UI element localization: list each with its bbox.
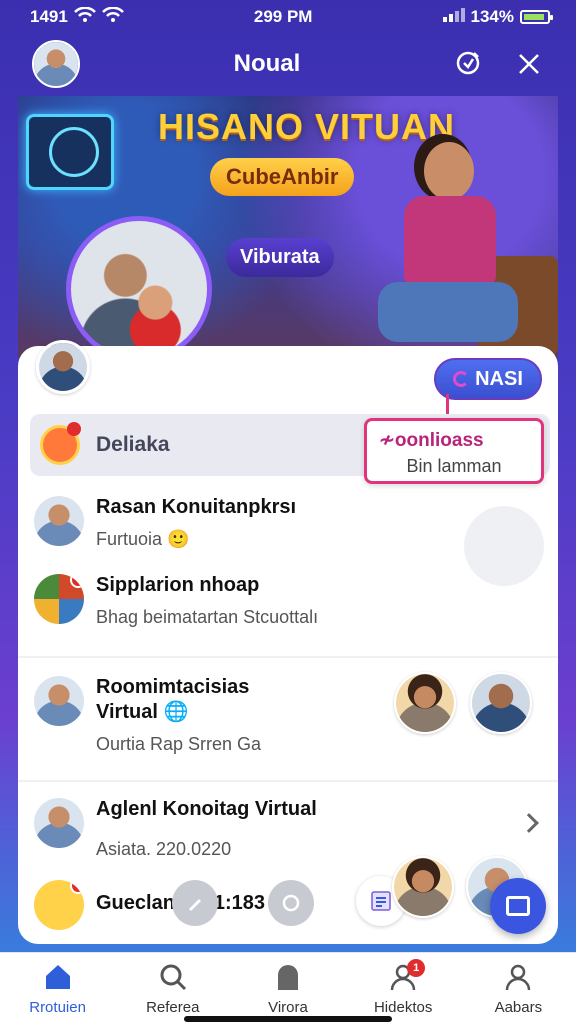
home-icon: [42, 961, 74, 993]
ghost-icon: [272, 961, 304, 993]
profile-icon: [502, 961, 534, 993]
smiley-icon: [34, 880, 84, 930]
tab-contacts[interactable]: 1 Hidektos: [355, 959, 451, 1016]
list-item[interactable]: Sipplarion nhoap Bhag beimatartan Stcuot…: [34, 574, 318, 628]
tab-label: Aabars: [494, 999, 543, 1016]
tab-search[interactable]: Referea: [125, 961, 221, 1016]
list-item-subtitle: Ourtia Rap Srren Ga: [96, 734, 262, 754]
banner-chip-secondary[interactable]: Viburata: [226, 238, 334, 277]
edit-icon[interactable]: [172, 880, 218, 926]
tab-label: Rrotuien: [29, 999, 86, 1016]
app-header: Noual: [18, 34, 558, 94]
user-avatar[interactable]: [36, 340, 90, 394]
girl-illustration: [358, 132, 538, 358]
list-item-title: Sipplarion nhoap: [96, 574, 260, 596]
list-item-subtitle: Furtuoia 🙂: [96, 529, 190, 549]
tooltip[interactable]: ≁oonlioass Bin lamman: [364, 418, 544, 484]
tab-virora[interactable]: Virora: [240, 961, 336, 1016]
content-card: NASI Deliaka ≁oonlioass Bin lamman Rasan…: [18, 340, 558, 944]
status-time: 1491: [30, 7, 68, 26]
banner-chip[interactable]: CubeAnbir: [210, 158, 355, 196]
loading-icon: [453, 371, 470, 387]
search-label: Deliaka: [96, 433, 170, 456]
profile-avatar[interactable]: [32, 40, 80, 88]
wifi-icon-2: [101, 6, 124, 28]
signal-icon: [442, 7, 465, 27]
refresh-icon[interactable]: [268, 880, 314, 926]
list-item-title: Roomimtacisias: [96, 676, 250, 698]
search-refresh-icon[interactable]: [454, 49, 484, 79]
page-title: Noual: [233, 50, 301, 77]
tab-label: Hidektos: [373, 999, 433, 1016]
avatar: [34, 798, 84, 848]
list-item[interactable]: Roomimtacisias Virtual 🌐 Ourtia Rap Srre…: [34, 676, 261, 755]
avatar: [34, 574, 84, 624]
wifi-icon: [73, 6, 96, 28]
battery-icon: [520, 10, 553, 24]
tab-home[interactable]: Rrotuien: [10, 961, 106, 1016]
list-item[interactable]: Aglenl Konoitag Virtual Asiata. 220.0220: [34, 798, 317, 860]
close-icon[interactable]: [514, 49, 544, 79]
sparkle-decoration: [464, 506, 544, 586]
avatar: [34, 676, 84, 726]
tab-label: Virora: [268, 999, 308, 1016]
avatar: [34, 496, 84, 546]
emoji-icon: [40, 422, 81, 465]
divider: [18, 656, 558, 658]
compose-button[interactable]: [490, 878, 546, 934]
face-emoji-icon: 🙂: [167, 529, 190, 549]
bottom-tab-bar: Rrotuien Referea Virora 1 Hidektos Aabar…: [0, 952, 576, 1024]
battery-percent: 134%: [470, 7, 514, 26]
tooltip-title: ≁oonlioass: [379, 430, 484, 451]
participant-thumb[interactable]: [394, 672, 456, 734]
divider: [18, 780, 558, 782]
status-clock: 299 PM: [253, 7, 313, 26]
list-item[interactable]: Rasan Konuitanpkrsı Furtuoia 🙂: [34, 496, 296, 550]
list-item-title-line2: Virtual 🌐: [96, 701, 189, 723]
chevron-right-icon[interactable]: [519, 813, 539, 833]
clock-illustration: [26, 114, 114, 190]
list-item-title: Rasan Konuitanpkrsı: [96, 496, 297, 518]
participant-thumb[interactable]: [470, 672, 532, 734]
tab-profile[interactable]: Aabars: [470, 961, 566, 1016]
globe-icon: 🌐: [163, 701, 189, 723]
family-photo: [66, 216, 212, 358]
status-bar: 1491 299 PM 134%: [0, 0, 576, 34]
notification-dot: [70, 880, 84, 894]
tab-label: Referea: [146, 999, 200, 1016]
next-label: NASI: [475, 367, 523, 390]
notification-dot: [70, 574, 84, 588]
home-indicator: [184, 1016, 392, 1022]
notification-badge: 1: [407, 959, 426, 977]
next-button[interactable]: NASI: [434, 358, 542, 400]
list-item-title: Aglenl Konoitag Virtual: [96, 798, 317, 820]
search-icon: [157, 961, 189, 993]
tooltip-subtitle: Bin lamman: [406, 456, 502, 476]
list-item-subtitle: Bhag beimatartan Stcuottalı: [96, 607, 319, 627]
list-item[interactable]: Gueclan 2__1:183: [34, 880, 265, 930]
promo-banner[interactable]: HISANO VITUAN CubeAnbir Viburata: [18, 96, 558, 358]
list-item-subtitle: Asiata. 220.0220: [96, 839, 232, 859]
participant-thumb[interactable]: [392, 856, 454, 918]
